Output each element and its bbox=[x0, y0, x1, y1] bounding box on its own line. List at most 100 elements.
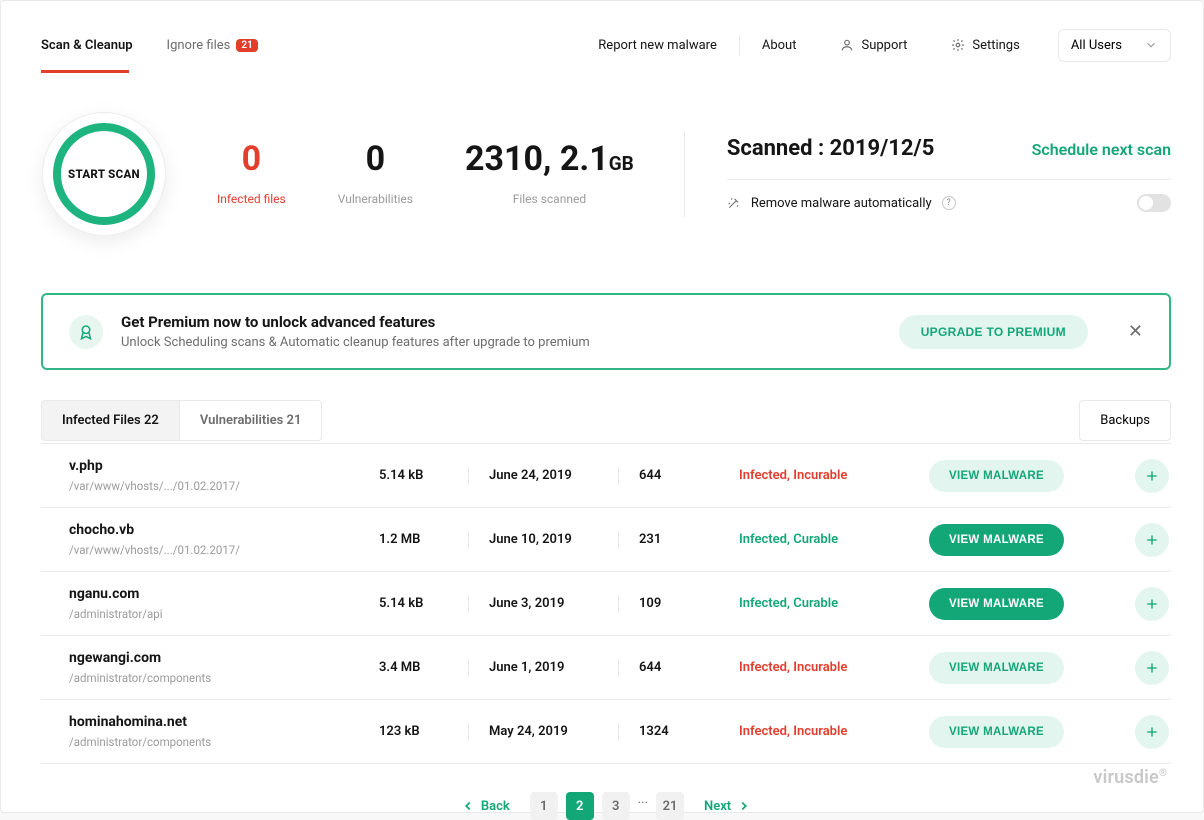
table-row: chocho.vb/var/www/vhosts/.../01.02.2017/… bbox=[41, 508, 1171, 572]
cell-status: Infected, Incurable bbox=[739, 724, 929, 739]
view-malware-button[interactable]: VIEW MALWARE bbox=[929, 652, 1064, 684]
view-malware-button[interactable]: VIEW MALWARE bbox=[929, 716, 1064, 748]
auto-remove-row: Remove malware automatically ? bbox=[727, 194, 1171, 212]
cell-action: VIEW MALWARE bbox=[929, 524, 1109, 556]
view-malware-button[interactable]: VIEW MALWARE bbox=[929, 524, 1064, 556]
premium-text: Get Premium now to unlock advanced featu… bbox=[121, 313, 590, 350]
cell-size: 5.14 kB bbox=[379, 467, 489, 485]
expand-button[interactable] bbox=[1135, 587, 1169, 621]
pagination-ellipsis: ... bbox=[638, 792, 648, 820]
cell-size: 3.4 MB bbox=[379, 659, 489, 677]
scan-stats: 0 Infected files 0 Vulnerabilities 2310,… bbox=[217, 142, 634, 206]
table-row: ngewangi.com/administrator/components3.4… bbox=[41, 636, 1171, 700]
premium-subtitle: Unlock Scheduling scans & Automatic clea… bbox=[121, 335, 590, 350]
pagination-back[interactable]: Back bbox=[461, 799, 510, 814]
result-tabs: Infected Files 22 Vulnerabilities 21 Bac… bbox=[41, 400, 1171, 441]
pagination: Back 123... 21 Next bbox=[41, 792, 1171, 820]
file-name: v.php bbox=[69, 458, 379, 474]
scanned-date: Scanned : 2019/12/5 bbox=[727, 136, 935, 161]
chevron-left-icon bbox=[461, 799, 475, 813]
file-name: hominahomina.net bbox=[69, 714, 379, 730]
expand-button[interactable] bbox=[1135, 523, 1169, 557]
users-select-value: All Users bbox=[1071, 38, 1122, 53]
active-tab-underline bbox=[41, 70, 129, 73]
ribbon-icon bbox=[69, 315, 103, 349]
schedule-next-scan-link[interactable]: Schedule next scan bbox=[1032, 140, 1171, 159]
pagination-page[interactable]: 3 bbox=[602, 792, 630, 820]
cell-date: June 1, 2019 bbox=[489, 659, 639, 677]
divider bbox=[727, 179, 1171, 180]
cell-size: 1.2 MB bbox=[379, 531, 489, 549]
cell-date: June 10, 2019 bbox=[489, 531, 639, 549]
stat-vulnerabilities: 0 Vulnerabilities bbox=[338, 142, 413, 206]
file-rows: v.php/var/www/vhosts/.../01.02.2017/5.14… bbox=[41, 443, 1171, 764]
file-path: /administrator/components bbox=[69, 671, 379, 685]
settings-link[interactable]: Settings bbox=[929, 38, 1041, 53]
cell-date: June 24, 2019 bbox=[489, 467, 639, 485]
pagination-page[interactable]: 1 bbox=[530, 792, 558, 820]
gear-icon bbox=[951, 38, 965, 52]
scan-date-row: Scanned : 2019/12/5 Schedule next scan bbox=[727, 136, 1171, 161]
hero-right: Scanned : 2019/12/5 Schedule next scan R… bbox=[727, 136, 1171, 212]
tab-ignore-files[interactable]: Ignore files 21 bbox=[167, 38, 258, 53]
topbar-right: Report new malware About Support Setting… bbox=[576, 29, 1171, 62]
tab-infected-files[interactable]: Infected Files 22 bbox=[41, 400, 180, 441]
cell-action: VIEW MALWARE bbox=[929, 716, 1109, 748]
stat-label: Files scanned bbox=[465, 192, 634, 206]
brand-logo: virusdie® bbox=[1093, 767, 1167, 788]
start-scan-button[interactable]: START SCAN bbox=[45, 115, 163, 233]
file-name: ngewangi.com bbox=[69, 650, 379, 666]
cell-status: Infected, Curable bbox=[739, 532, 929, 547]
premium-banner: Get Premium now to unlock advanced featu… bbox=[41, 293, 1171, 370]
cell-code: 109 bbox=[639, 596, 739, 611]
help-icon[interactable]: ? bbox=[942, 196, 956, 210]
stat-value: 2310, 2.1GB bbox=[465, 142, 634, 176]
view-malware-button[interactable]: VIEW MALWARE bbox=[929, 588, 1064, 620]
cell-status: Infected, Curable bbox=[739, 596, 929, 611]
table-row: hominahomina.net/administrator/component… bbox=[41, 700, 1171, 764]
premium-title: Get Premium now to unlock advanced featu… bbox=[121, 313, 590, 331]
about-link[interactable]: About bbox=[740, 38, 819, 53]
cell-action: VIEW MALWARE bbox=[929, 652, 1109, 684]
tab-label: Scan & Cleanup bbox=[41, 38, 133, 53]
cell-action: VIEW MALWARE bbox=[929, 588, 1109, 620]
expand-button[interactable] bbox=[1135, 459, 1169, 493]
cell-action: VIEW MALWARE bbox=[929, 460, 1109, 492]
cell-date: May 24, 2019 bbox=[489, 723, 639, 741]
file-name: nganu.com bbox=[69, 586, 379, 602]
primary-tabs: Scan & Cleanup Ignore files 21 bbox=[41, 38, 258, 53]
expand-button[interactable] bbox=[1135, 715, 1169, 749]
cell-status: Infected, Incurable bbox=[739, 468, 929, 483]
stat-label: Vulnerabilities bbox=[338, 192, 413, 206]
report-malware-link[interactable]: Report new malware bbox=[576, 38, 739, 53]
file-path: /administrator/components bbox=[69, 735, 379, 749]
view-malware-button[interactable]: VIEW MALWARE bbox=[929, 460, 1064, 492]
auto-remove-label: Remove malware automatically bbox=[751, 196, 932, 211]
chevron-right-icon bbox=[737, 799, 751, 813]
pagination-page[interactable]: 2 bbox=[566, 792, 594, 820]
stat-infected: 0 Infected files bbox=[217, 142, 286, 206]
auto-remove-toggle[interactable] bbox=[1137, 194, 1171, 212]
expand-button[interactable] bbox=[1135, 651, 1169, 685]
cell-filename: chocho.vb/var/www/vhosts/.../01.02.2017/ bbox=[69, 522, 379, 557]
cell-filename: v.php/var/www/vhosts/.../01.02.2017/ bbox=[69, 458, 379, 493]
pagination-next[interactable]: Next bbox=[704, 799, 751, 814]
tab-vulnerabilities[interactable]: Vulnerabilities 21 bbox=[180, 400, 323, 441]
close-icon[interactable]: ✕ bbox=[1128, 323, 1143, 341]
tab-scan-cleanup[interactable]: Scan & Cleanup bbox=[41, 38, 133, 53]
support-link[interactable]: Support bbox=[818, 38, 929, 53]
cell-code: 1324 bbox=[639, 724, 739, 739]
pagination-page[interactable]: 21 bbox=[656, 792, 684, 820]
stat-label: Infected files bbox=[217, 192, 286, 206]
app-frame: Scan & Cleanup Ignore files 21 Report ne… bbox=[0, 0, 1204, 813]
plus-icon bbox=[1144, 724, 1160, 740]
pagination-pages: 123... 21 bbox=[530, 792, 684, 820]
headset-icon bbox=[840, 38, 854, 52]
file-name: chocho.vb bbox=[69, 522, 379, 538]
file-path: /administrator/api bbox=[69, 607, 379, 621]
backups-button[interactable]: Backups bbox=[1079, 400, 1171, 441]
upgrade-premium-button[interactable]: UPGRADE TO PREMIUM bbox=[899, 315, 1088, 349]
plus-icon bbox=[1144, 468, 1160, 484]
users-select[interactable]: All Users bbox=[1058, 29, 1171, 62]
chevron-down-icon bbox=[1144, 38, 1158, 52]
